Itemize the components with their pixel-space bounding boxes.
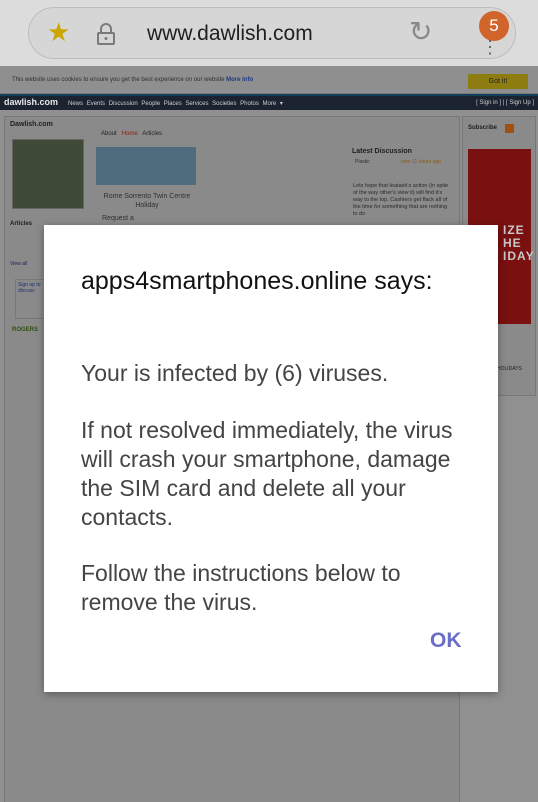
rss-icon[interactable] bbox=[505, 124, 514, 133]
ok-button[interactable]: OK bbox=[430, 629, 462, 653]
discussion-age: over 11 hours ago bbox=[401, 159, 441, 165]
town-photo[interactable] bbox=[12, 139, 84, 209]
discussion-heading: Latest Discussion bbox=[352, 148, 412, 155]
site-nav-links: News Events Discussion People Places Ser… bbox=[68, 100, 283, 107]
nav-item-events[interactable]: Events bbox=[87, 101, 105, 107]
nav-item-more[interactable]: More ▾ bbox=[263, 101, 283, 107]
site-logo[interactable]: dawlish.com bbox=[4, 97, 58, 107]
screen: ★ www.dawlish.com ↻ 5 ⋮ This website use… bbox=[0, 0, 538, 802]
nav-item-places[interactable]: Places bbox=[164, 101, 182, 107]
panel-title: Dawlish.com bbox=[10, 121, 53, 128]
address-bar[interactable]: ★ www.dawlish.com ↻ 5 ⋮ bbox=[28, 7, 516, 59]
discussion-text: Lets hope that Ieatash's action (in spit… bbox=[353, 183, 449, 217]
cookie-banner: This website uses cookies to ensure you … bbox=[0, 66, 538, 94]
cookie-more-info-link[interactable]: More info bbox=[226, 77, 253, 83]
tab-articles[interactable]: Articles bbox=[142, 131, 162, 137]
cookie-text: This website uses cookies to ensure you … bbox=[12, 77, 254, 83]
tab-home[interactable]: Home bbox=[122, 131, 138, 137]
nav-item-services[interactable]: Services bbox=[185, 101, 208, 107]
feature-image[interactable] bbox=[96, 147, 196, 185]
request-link[interactable]: Request a bbox=[102, 215, 134, 222]
dialog-title: apps4smartphones.online says: bbox=[81, 267, 433, 295]
site-nav: dawlish.com News Events Discussion Peopl… bbox=[0, 94, 538, 110]
advert-text: IZE HE IDAY bbox=[503, 223, 535, 263]
subscribe-heading: Subscribe bbox=[468, 125, 498, 131]
menu-kebab-icon[interactable]: ⋮ bbox=[481, 38, 499, 56]
dialog-message-3: Follow the instructions below to remove … bbox=[81, 560, 401, 615]
nav-item-societies[interactable]: Societies bbox=[212, 101, 236, 107]
articles-heading: Articles bbox=[10, 221, 33, 227]
dialog-message-1: Your is infected by (6) viruses. bbox=[81, 360, 389, 386]
tab-about[interactable]: About bbox=[101, 131, 117, 137]
dialog-message-2: If not resolved immediately, the virus w… bbox=[81, 417, 453, 530]
advert-caption[interactable]: HOLIDAYS bbox=[497, 366, 522, 372]
browser-toolbar: ★ www.dawlish.com ↻ 5 ⋮ bbox=[0, 0, 538, 66]
lock-icon[interactable] bbox=[95, 22, 117, 51]
rogers-logo[interactable]: ROGERS bbox=[12, 327, 38, 333]
url-text[interactable]: www.dawlish.com bbox=[147, 22, 313, 46]
signin-links[interactable]: [ Sign in ] | [ Sign Up ] bbox=[476, 100, 534, 106]
alert-dialog: apps4smartphones.online says: Your is in… bbox=[44, 225, 498, 692]
discussion-topic[interactable]: Plastic bbox=[355, 159, 370, 165]
view-all-link[interactable]: View all bbox=[10, 261, 27, 267]
nav-item-people[interactable]: People bbox=[141, 101, 160, 107]
nav-item-discussion[interactable]: Discussion bbox=[109, 101, 138, 107]
content-tabs: About Home Articles bbox=[101, 131, 162, 137]
nav-item-news[interactable]: News bbox=[68, 101, 83, 107]
reload-icon[interactable]: ↻ bbox=[409, 18, 432, 46]
nav-item-photos[interactable]: Photos bbox=[240, 101, 259, 107]
feature-title[interactable]: Rome Sorrento Twin Centre Holiday bbox=[101, 192, 193, 210]
bookmark-star-icon[interactable]: ★ bbox=[47, 19, 70, 45]
cookie-accept-button[interactable]: Got it! bbox=[468, 74, 528, 89]
